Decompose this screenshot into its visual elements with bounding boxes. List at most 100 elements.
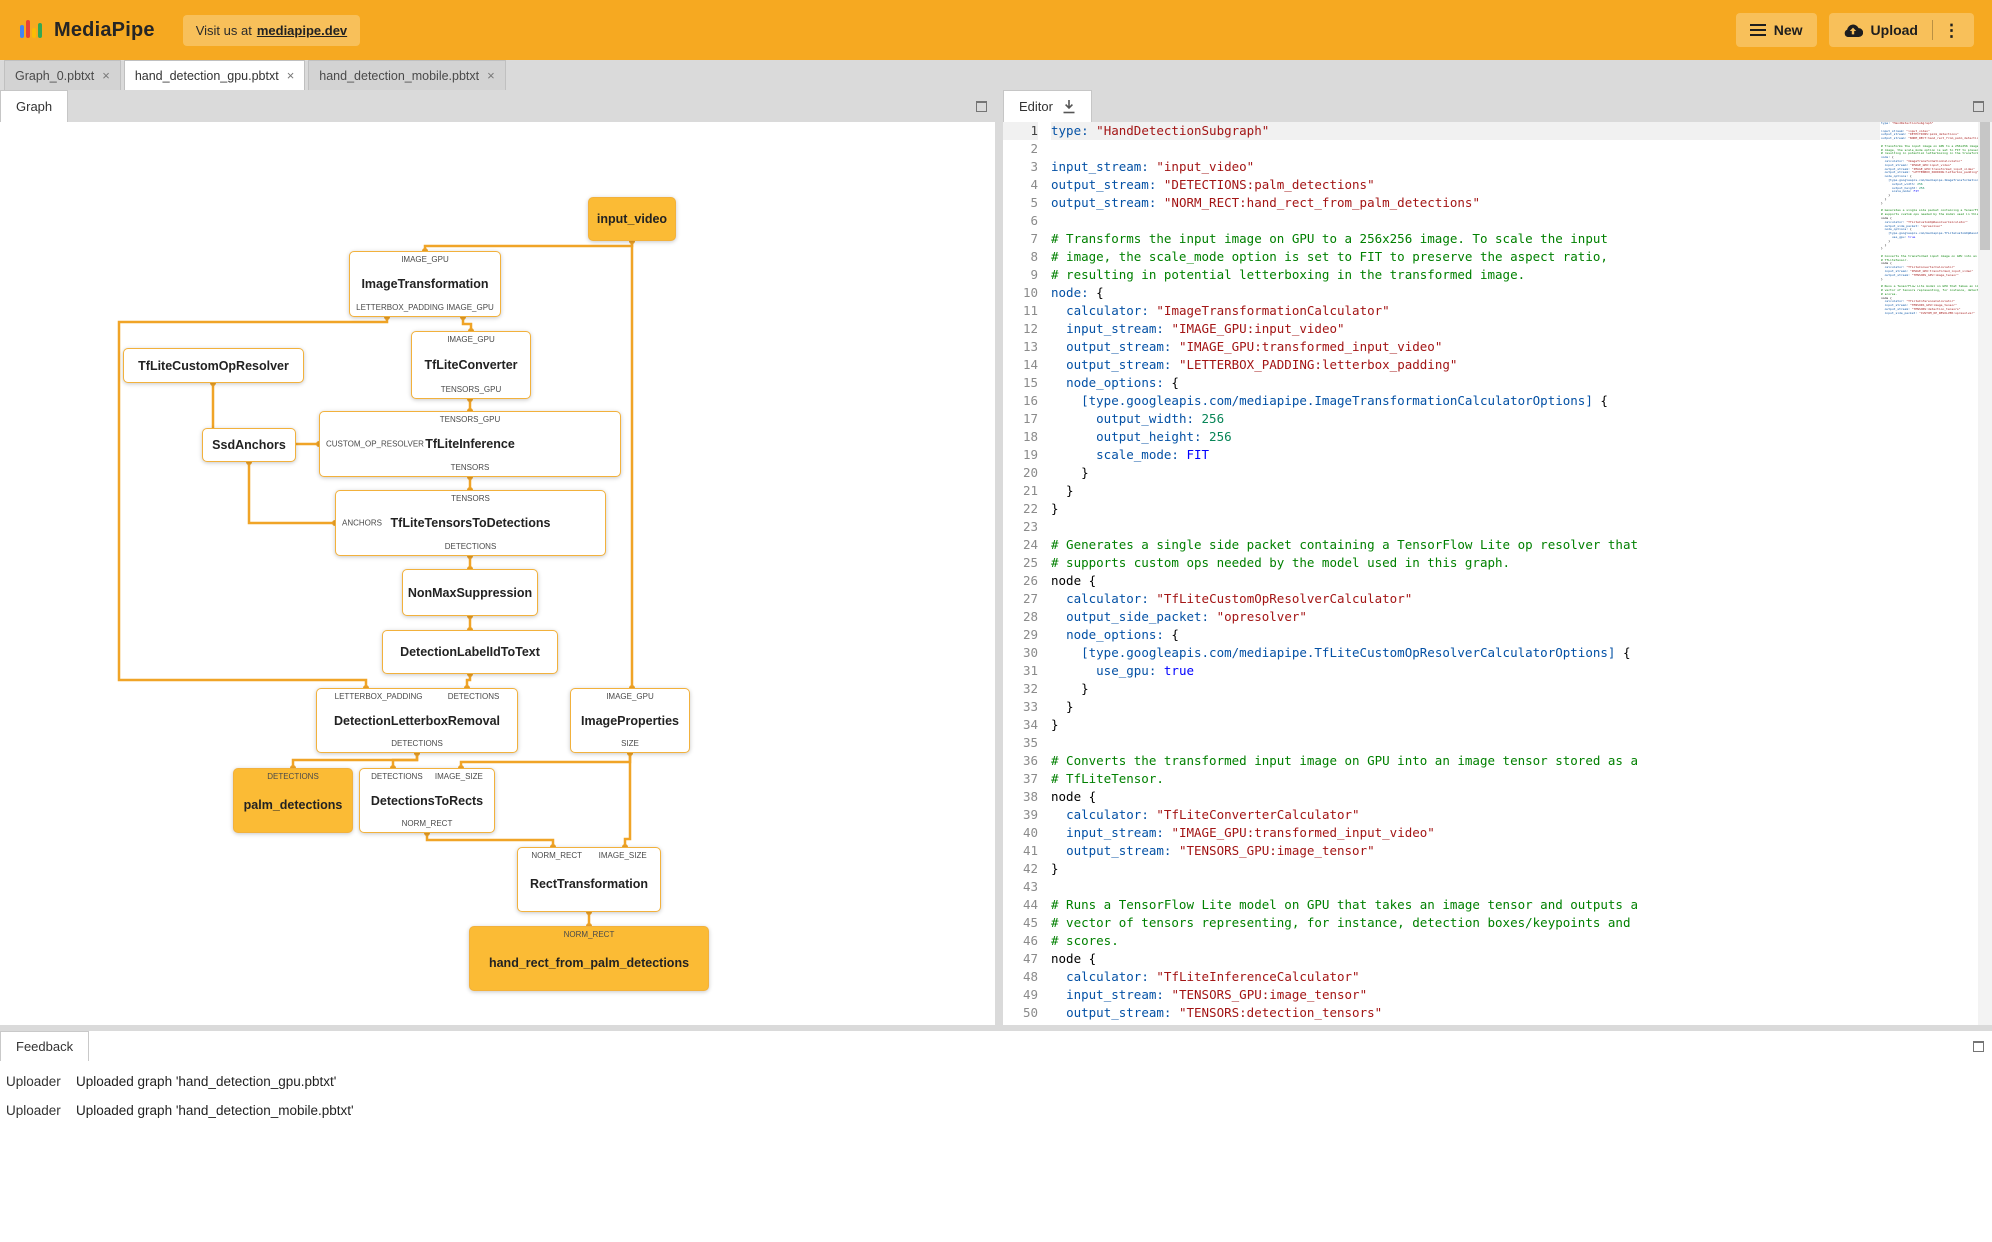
code-line[interactable] (1051, 140, 1880, 158)
code-line[interactable] (1051, 878, 1880, 896)
mediapipe-logo-icon (18, 17, 44, 43)
graph-node-ImageTransformation[interactable]: IMAGE_GPU ImageTransformation LETTERBOX_PA… (349, 251, 501, 317)
code-line[interactable]: output_stream: "LETTERBOX_PADDING:letter… (1051, 356, 1880, 374)
code-line[interactable]: input_side_packet: "CUSTOM_OP_RESOLVER:o… (1051, 1022, 1880, 1025)
code-line[interactable]: # Converts the transformed input image o… (1051, 752, 1880, 770)
top-ports: IMAGE_GPU (576, 693, 684, 701)
expand-panel-icon[interactable] (1973, 100, 1984, 112)
editor-tab[interactable]: Editor (1003, 90, 1092, 122)
code-line[interactable]: calculator: "TfLiteCustomOpResolverCalcu… (1051, 590, 1880, 608)
graph-node-TfLiteCustomOpResolver[interactable]: TfLiteCustomOpResolver (123, 348, 304, 383)
feedback-tab[interactable]: Feedback (0, 1031, 90, 1061)
code-line[interactable]: # TfLiteTensor. (1051, 770, 1880, 788)
code-line[interactable]: # supports custom ops needed by the mode… (1051, 554, 1880, 572)
code-line[interactable] (1051, 518, 1880, 536)
code-line[interactable]: output_stream: "TENSORS_GPU:image_tensor… (1051, 842, 1880, 860)
graph-node-hand_rect_from_palm_detections[interactable]: NORM_RECT hand_rect_from_palm_detections (469, 926, 709, 991)
node-label: DetectionLabelIdToText (400, 645, 540, 659)
code-line[interactable]: # Transforms the input image on GPU to a… (1051, 230, 1880, 248)
bottom-ports: TENSORS (325, 464, 615, 472)
graph-node-TfLiteTensorsToDetections[interactable]: TENSORS ANCHORS TfLiteTensorsToDetections D… (335, 490, 606, 556)
code-line[interactable] (1051, 212, 1880, 230)
code-line[interactable]: input_stream: "IMAGE_GPU:input_video" (1051, 320, 1880, 338)
code-line[interactable]: output_side_packet: "opresolver" (1051, 608, 1880, 626)
code-line[interactable]: type: "HandDetectionSubgraph" (1051, 122, 1880, 140)
file-tab-hand-detection-gpu[interactable]: hand_detection_gpu.pbtxt × (123, 60, 306, 90)
code-line[interactable]: output_width: 256 (1051, 410, 1880, 428)
feedback-message: Uploaded graph 'hand_detection_gpu.pbtxt… (76, 1074, 337, 1089)
code-line[interactable]: input_stream: "TENSORS_GPU:image_tensor" (1051, 986, 1880, 1004)
code-line[interactable]: [type.googleapis.com/mediapipe.ImageTran… (1051, 392, 1880, 410)
code-line[interactable]: output_height: 256 (1051, 428, 1880, 446)
graph-node-RectTransformation[interactable]: NORM_RECT IMAGE_SIZE RectTransformation (517, 847, 661, 912)
code-line[interactable]: } (1051, 698, 1880, 716)
top-bar: MediaPipe Visit us at mediapipe.dev New … (0, 0, 1992, 60)
download-icon[interactable] (1062, 99, 1076, 114)
code-line[interactable]: input_stream: "IMAGE_GPU:transformed_inp… (1051, 824, 1880, 842)
code-line[interactable]: node { (1051, 572, 1880, 590)
code-lines[interactable]: type: "HandDetectionSubgraph" input_strea… (1051, 122, 1880, 1025)
file-tab-graph0[interactable]: Graph_0.pbtxt × (4, 60, 121, 90)
code-line[interactable] (1051, 734, 1880, 752)
code-line[interactable]: input_stream: "input_video" (1051, 158, 1880, 176)
code-line[interactable]: node: { (1051, 284, 1880, 302)
code-line[interactable]: output_stream: "TENSORS:detection_tensor… (1051, 1004, 1880, 1022)
scrollbar-thumb[interactable] (1980, 122, 1990, 250)
minimap[interactable]: type: "HandDetectionSubgraph" input_strea… (1881, 122, 1978, 1025)
code-line[interactable]: use_gpu: true (1051, 662, 1880, 680)
kebab-menu-icon[interactable]: ⋮ (1943, 22, 1960, 39)
code-line[interactable]: } (1051, 482, 1880, 500)
top-ports: NORM_RECT IMAGE_SIZE (523, 852, 655, 860)
code-line[interactable]: calculator: "ImageTransformationCalculat… (1051, 302, 1880, 320)
graph-node-palm_detections[interactable]: DETECTIONS palm_detections (233, 768, 353, 833)
code-line[interactable]: output_stream: "IMAGE_GPU:transformed_in… (1051, 338, 1880, 356)
visit-link[interactable]: mediapipe.dev (257, 23, 347, 38)
new-button[interactable]: New (1735, 13, 1817, 47)
code-editor[interactable]: 1 2 3 4 5 6 7 8 9 10 11 12 13 14 15 16 17 18 19 20 21 22 23 24 2… (1003, 122, 1992, 1025)
code-line[interactable]: } (1051, 500, 1880, 518)
close-tab-icon[interactable]: × (287, 69, 295, 82)
graph-node-ImageProperties[interactable]: IMAGE_GPU ImageProperties SIZE (570, 688, 690, 753)
code-line[interactable]: # image, the scale_mode option is set to… (1051, 248, 1880, 266)
file-tab-bar: Graph_0.pbtxt × hand_detection_gpu.pbtxt… (0, 60, 1992, 90)
close-tab-icon[interactable]: × (102, 69, 110, 82)
code-line[interactable]: output_stream: "DETECTIONS:palm_detectio… (1051, 176, 1880, 194)
close-tab-icon[interactable]: × (487, 69, 495, 82)
code-line[interactable]: node { (1051, 950, 1880, 968)
graph-tab[interactable]: Graph (0, 90, 69, 122)
code-line[interactable]: [type.googleapis.com/mediapipe.TfLiteCus… (1051, 644, 1880, 662)
code-line[interactable]: # scores. (1051, 932, 1880, 950)
graph-node-NonMaxSuppression[interactable]: NonMaxSuppression (402, 569, 538, 616)
expand-panel-icon[interactable] (976, 100, 987, 112)
code-line[interactable]: # Runs a TensorFlow Lite model on GPU th… (1051, 896, 1880, 914)
code-line[interactable]: scale_mode: FIT (1051, 446, 1880, 464)
code-line[interactable]: # Generates a single side packet contain… (1051, 536, 1880, 554)
visit-us-chip[interactable]: Visit us at mediapipe.dev (182, 14, 361, 46)
editor-scrollbar[interactable] (1978, 122, 1992, 1025)
code-line[interactable]: # resulting in potential letterboxing in… (1051, 266, 1880, 284)
code-line[interactable]: } (1051, 464, 1880, 482)
graph-node-DetectionLetterboxRemoval[interactable]: LETTERBOX_PADDING DETECTIONS DetectionLett… (316, 688, 518, 753)
code-line[interactable]: } (1051, 716, 1880, 734)
graph-node-input_video[interactable]: input_video (588, 197, 676, 241)
upload-button[interactable]: Upload ⋮ (1828, 13, 1974, 47)
code-line[interactable]: node_options: { (1051, 626, 1880, 644)
node-label: hand_rect_from_palm_detections (488, 955, 690, 970)
graph-node-TfLiteConverter[interactable]: IMAGE_GPU TfLiteConverter TENSORS_GPU (411, 331, 531, 399)
graph-node-DetectionsToRects[interactable]: DETECTIONS IMAGE_SIZE DetectionsToRects NOR… (359, 768, 495, 833)
graph-canvas[interactable]: input_video IMAGE_GPU ImageTransformation L… (0, 122, 995, 1025)
expand-panel-icon[interactable] (1973, 1040, 1984, 1052)
code-line[interactable]: # vector of tensors representing, for in… (1051, 914, 1880, 932)
code-area: 1 2 3 4 5 6 7 8 9 10 11 12 13 14 15 16 17 18 19 20 21 22 23 24 2… (1003, 122, 1880, 1025)
code-line[interactable]: node_options: { (1051, 374, 1880, 392)
code-line[interactable]: } (1051, 860, 1880, 878)
file-tab-hand-detection-mobile[interactable]: hand_detection_mobile.pbtxt × (308, 60, 506, 90)
graph-node-SsdAnchors[interactable]: SsdAnchors (202, 428, 296, 462)
graph-node-DetectionLabelIdToText[interactable]: DetectionLabelIdToText (382, 630, 558, 674)
code-line[interactable]: output_stream: "NORM_RECT:hand_rect_from… (1051, 194, 1880, 212)
code-line[interactable]: node { (1051, 788, 1880, 806)
code-line[interactable]: calculator: "TfLiteConverterCalculator" (1051, 806, 1880, 824)
code-line[interactable]: } (1051, 680, 1880, 698)
graph-node-TfLiteInference[interactable]: TENSORS_GPU CUSTOM_OP_RESOLVER TfLiteInfer… (319, 411, 621, 477)
code-line[interactable]: calculator: "TfLiteInferenceCalculator" (1051, 968, 1880, 986)
